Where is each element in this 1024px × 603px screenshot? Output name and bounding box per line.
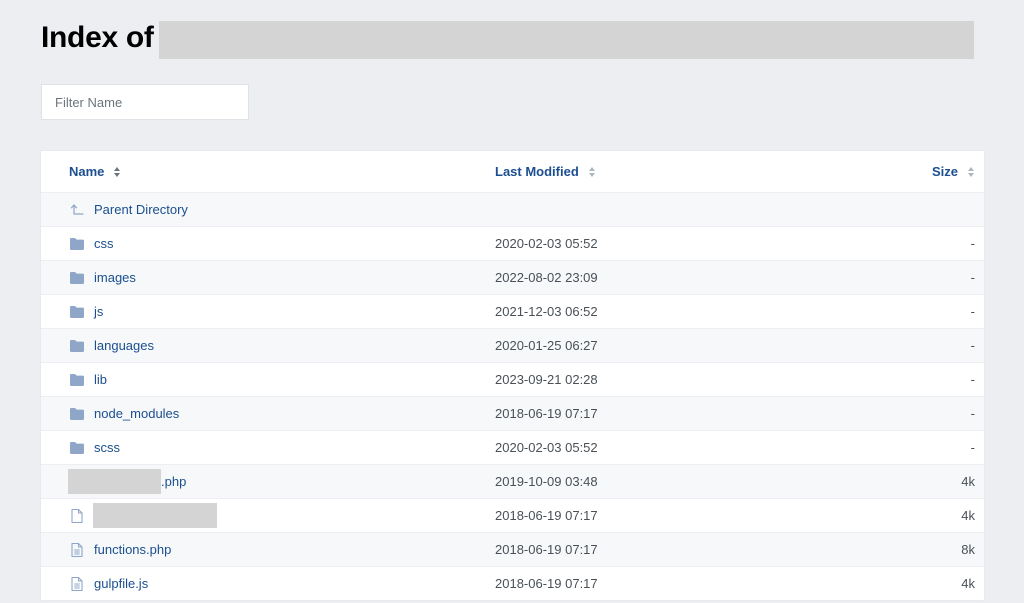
size-cell: 4k xyxy=(961,508,975,523)
table-row[interactable]: node_modules 2018-06-19 07:17 - xyxy=(41,396,984,430)
size-cell: - xyxy=(970,338,975,353)
folder-icon xyxy=(69,236,85,252)
last-modified-cell: 2020-02-03 05:52 xyxy=(495,236,598,251)
file-icon xyxy=(69,508,85,524)
folder-icon xyxy=(69,304,85,320)
file-link[interactable]: gulpfile.js xyxy=(94,576,148,591)
table-row[interactable]: lib 2023-09-21 02:28 - xyxy=(41,362,984,396)
folder-link[interactable]: images xyxy=(94,270,136,285)
last-modified-cell: 2021-12-03 06:52 xyxy=(495,304,598,319)
redacted-filename xyxy=(93,503,217,528)
size-cell: 8k xyxy=(961,542,975,557)
size-cell: - xyxy=(970,440,975,455)
redacted-path xyxy=(159,21,974,59)
column-header-size-label[interactable]: Size xyxy=(932,164,958,179)
name-cell: js xyxy=(69,295,103,328)
file-link[interactable]: .php xyxy=(161,474,186,489)
last-modified-cell: 2022-08-02 23:09 xyxy=(495,270,598,285)
folder-link[interactable]: lib xyxy=(94,372,107,387)
sort-icon[interactable] xyxy=(968,166,975,177)
name-cell: functions.php xyxy=(69,533,171,566)
name-cell: node_modules xyxy=(69,397,179,430)
folder-link[interactable]: js xyxy=(94,304,103,319)
folder-link[interactable]: node_modules xyxy=(94,406,179,421)
table-header-row: Name Last Modified Size xyxy=(41,151,984,192)
folder-link[interactable]: css xyxy=(94,236,114,251)
folder-link[interactable]: languages xyxy=(94,338,154,353)
page-header: Index of xyxy=(41,16,154,60)
column-header-name[interactable]: Name xyxy=(69,151,121,192)
file-rows: css 2020-02-03 05:52 - images 2022-08-02 23:… xyxy=(41,226,984,600)
last-modified-cell: 2018-06-19 07:17 xyxy=(495,406,598,421)
size-cell: 4k xyxy=(961,474,975,489)
parent-directory-cell: Parent Directory xyxy=(69,193,188,226)
name-cell xyxy=(69,499,217,532)
size-cell: - xyxy=(970,372,975,387)
parent-directory-link[interactable]: Parent Directory xyxy=(94,202,188,217)
table-row[interactable]: languages 2020-01-25 06:27 - xyxy=(41,328,984,362)
last-modified-cell: 2018-06-19 07:17 xyxy=(495,542,598,557)
directory-listing-table: Name Last Modified Size Parent Directory… xyxy=(41,151,984,600)
name-cell: .php xyxy=(68,465,186,498)
column-header-modified-label[interactable]: Last Modified xyxy=(495,164,579,179)
column-header-size[interactable]: Size xyxy=(932,151,975,192)
page-title: Index of xyxy=(41,21,154,54)
table-row[interactable]: functions.php 2018-06-19 07:17 8k xyxy=(41,532,984,566)
last-modified-cell: 2019-10-09 03:48 xyxy=(495,474,598,489)
table-row[interactable]: .php 2019-10-09 03:48 4k xyxy=(41,464,984,498)
size-cell: - xyxy=(970,236,975,251)
folder-icon xyxy=(69,372,85,388)
last-modified-cell: 2023-09-21 02:28 xyxy=(495,372,598,387)
name-cell: scss xyxy=(69,431,120,464)
size-cell: - xyxy=(970,270,975,285)
name-cell: gulpfile.js xyxy=(69,567,148,600)
name-cell: lib xyxy=(69,363,107,396)
column-header-modified[interactable]: Last Modified xyxy=(495,151,596,192)
folder-icon xyxy=(69,440,85,456)
parent-directory-row[interactable]: Parent Directory xyxy=(41,192,984,226)
folder-icon xyxy=(69,270,85,286)
table-row[interactable]: js 2021-12-03 06:52 - xyxy=(41,294,984,328)
size-cell: - xyxy=(970,304,975,319)
table-row[interactable]: 2018-06-19 07:17 4k xyxy=(41,498,984,532)
folder-icon xyxy=(69,406,85,422)
name-cell: languages xyxy=(69,329,154,362)
last-modified-cell: 2018-06-19 07:17 xyxy=(495,576,598,591)
arrow-up-icon xyxy=(69,202,85,218)
table-row[interactable]: images 2022-08-02 23:09 - xyxy=(41,260,984,294)
column-header-name-label[interactable]: Name xyxy=(69,164,104,179)
name-cell: css xyxy=(69,227,114,260)
filter-name-input[interactable] xyxy=(41,84,249,120)
sort-icon[interactable] xyxy=(114,166,121,177)
folder-icon xyxy=(69,338,85,354)
size-cell: - xyxy=(970,406,975,421)
table-row[interactable]: scss 2020-02-03 05:52 - xyxy=(41,430,984,464)
last-modified-cell: 2020-01-25 06:27 xyxy=(495,338,598,353)
last-modified-cell: 2018-06-19 07:17 xyxy=(495,508,598,523)
name-cell: images xyxy=(69,261,136,294)
file-text-icon xyxy=(69,576,85,592)
table-row[interactable]: gulpfile.js 2018-06-19 07:17 4k xyxy=(41,566,984,600)
last-modified-cell: 2020-02-03 05:52 xyxy=(495,440,598,455)
table-row[interactable]: css 2020-02-03 05:52 - xyxy=(41,226,984,260)
file-text-icon xyxy=(69,542,85,558)
folder-link[interactable]: scss xyxy=(94,440,120,455)
redacted-filename xyxy=(68,469,161,494)
size-cell: 4k xyxy=(961,576,975,591)
file-link[interactable]: functions.php xyxy=(94,542,171,557)
sort-icon[interactable] xyxy=(588,166,596,177)
